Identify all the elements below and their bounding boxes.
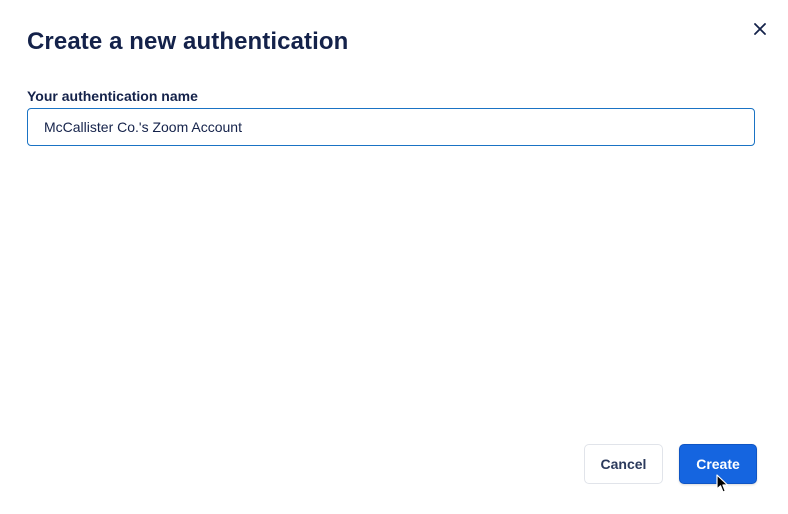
cancel-button[interactable]: Cancel — [584, 444, 663, 484]
dialog-title: Create a new authentication — [27, 28, 349, 55]
close-icon — [754, 23, 766, 35]
create-authentication-dialog: Create a new authentication Your authent… — [0, 0, 788, 514]
close-button[interactable] — [748, 17, 772, 41]
authentication-name-label: Your authentication name — [27, 88, 198, 104]
create-button[interactable]: Create — [679, 444, 757, 484]
authentication-name-input[interactable] — [27, 108, 755, 146]
